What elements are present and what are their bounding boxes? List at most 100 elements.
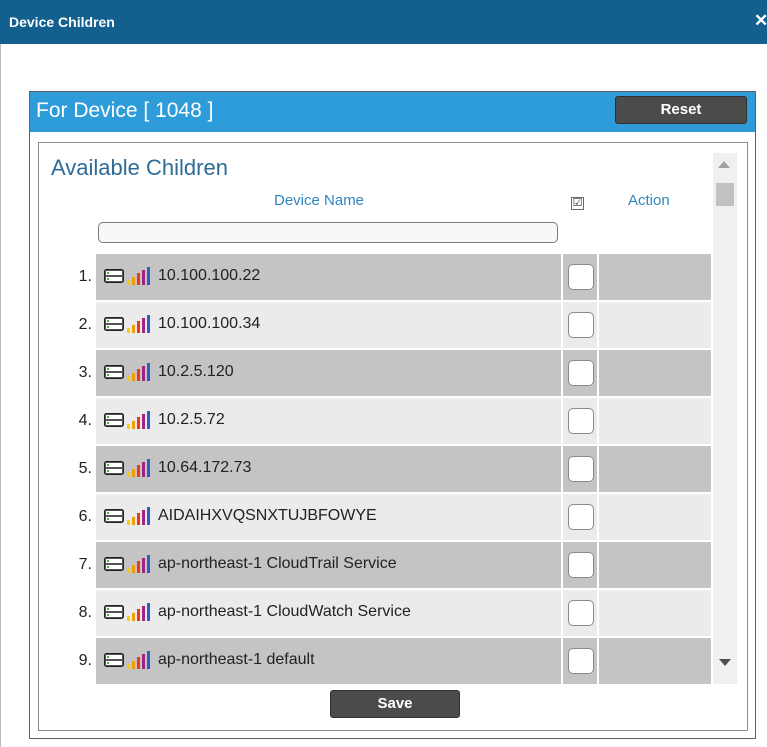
available-children-section: Available Children Device Name ☑ Action … [38, 142, 748, 731]
row-checkbox[interactable] [568, 456, 594, 482]
reset-button[interactable]: Reset [615, 96, 747, 124]
device-name-cell: ap-northeast-1 CloudTrail Service [96, 542, 561, 588]
action-cell [599, 254, 711, 300]
device-name-cell: ap-northeast-1 default [96, 638, 561, 684]
scroll-up-icon[interactable] [718, 161, 730, 168]
device-row: 1. 10.100.100.22 [39, 254, 711, 302]
device-name-link[interactable]: 10.100.100.34 [158, 315, 260, 333]
signal-bars-icon [127, 555, 150, 573]
device-name-cell: 10.64.172.73 [96, 446, 561, 492]
action-cell [599, 542, 711, 588]
column-header-action: Action [628, 192, 670, 209]
row-checkbox-cell [563, 590, 597, 636]
row-checkbox-cell [563, 350, 597, 396]
action-cell [599, 638, 711, 684]
row-checkbox[interactable] [568, 600, 594, 626]
row-checkbox[interactable] [568, 360, 594, 386]
device-name-cell: 10.2.5.72 [96, 398, 561, 444]
scroll-thumb[interactable] [716, 183, 734, 206]
row-checkbox[interactable] [568, 648, 594, 674]
action-cell [599, 446, 711, 492]
device-row: 5. 10.64.172.73 [39, 446, 711, 494]
row-index: 9. [78, 652, 92, 669]
device-name-cell: 10.2.5.120 [96, 350, 561, 396]
action-cell [599, 590, 711, 636]
signal-bars-icon [127, 363, 150, 381]
device-name-cell: AIDAIHXVQSNXTUJBFOWYE [96, 494, 561, 540]
section-title: Available Children [51, 155, 228, 180]
row-checkbox-cell [563, 446, 597, 492]
column-header-device-name[interactable]: Device Name [274, 192, 364, 209]
action-cell [599, 398, 711, 444]
device-name-link[interactable]: 10.64.172.73 [158, 459, 251, 477]
select-all-checkbox[interactable]: ☑ [571, 197, 584, 210]
signal-bars-icon [127, 459, 150, 477]
row-index: 2. [78, 316, 92, 333]
vertical-scrollbar[interactable] [713, 153, 737, 684]
server-device-icon [104, 317, 124, 331]
device-row: 2. 10.100.100.34 [39, 302, 711, 350]
server-device-icon [104, 413, 124, 427]
row-checkbox[interactable] [568, 504, 594, 530]
row-checkbox-cell [563, 494, 597, 540]
device-name-cell: ap-northeast-1 CloudWatch Service [96, 590, 561, 636]
signal-bars-icon [127, 315, 150, 333]
server-device-icon [104, 605, 124, 619]
row-checkbox-cell [563, 302, 597, 348]
close-icon[interactable]: ✕ [754, 11, 767, 31]
server-device-icon [104, 653, 124, 667]
device-name-link[interactable]: ap-northeast-1 default [158, 651, 315, 669]
device-name-link[interactable]: ap-northeast-1 CloudWatch Service [158, 603, 411, 621]
device-row: 3. 10.2.5.120 [39, 350, 711, 398]
frame-border [0, 44, 1, 747]
row-checkbox[interactable] [568, 408, 594, 434]
device-name-cell: 10.100.100.34 [96, 302, 561, 348]
scroll-down-icon[interactable] [719, 659, 731, 666]
device-panel: For Device [ 1048 ] Reset Available Chil… [29, 91, 756, 739]
device-name-link[interactable]: 10.2.5.120 [158, 363, 234, 381]
signal-bars-icon [127, 507, 150, 525]
row-checkbox[interactable] [568, 264, 594, 290]
server-device-icon [104, 269, 124, 283]
row-checkbox[interactable] [568, 312, 594, 338]
children-list: 1. 10.100.100.22 2. 10.100.100.34 3. 10.… [39, 254, 711, 686]
server-device-icon [104, 461, 124, 475]
device-name-link[interactable]: ap-northeast-1 CloudTrail Service [158, 555, 397, 573]
device-row: 7. ap-northeast-1 CloudTrail Service [39, 542, 711, 590]
server-device-icon [104, 365, 124, 379]
row-index: 1. [78, 268, 92, 285]
signal-bars-icon [127, 267, 150, 285]
signal-bars-icon [127, 603, 150, 621]
action-cell [599, 494, 711, 540]
signal-bars-icon [127, 411, 150, 429]
row-checkbox-cell [563, 398, 597, 444]
window-titlebar: Device Children ✕ [0, 0, 767, 44]
row-checkbox-cell [563, 542, 597, 588]
device-name-link[interactable]: 10.100.100.22 [158, 267, 260, 285]
device-name-filter-input[interactable] [98, 222, 558, 243]
device-row: 9. ap-northeast-1 default [39, 638, 711, 686]
panel-title: For Device [ 1048 ] [36, 99, 214, 122]
device-name-link[interactable]: AIDAIHXVQSNXTUJBFOWYE [158, 507, 377, 525]
save-button[interactable]: Save [330, 690, 460, 718]
device-row: 4. 10.2.5.72 [39, 398, 711, 446]
action-cell [599, 302, 711, 348]
row-checkbox-cell [563, 638, 597, 684]
server-device-icon [104, 557, 124, 571]
device-row: 8. ap-northeast-1 CloudWatch Service [39, 590, 711, 638]
device-row: 6. AIDAIHXVQSNXTUJBFOWYE [39, 494, 711, 542]
window-title: Device Children [9, 14, 115, 30]
row-index: 4. [78, 412, 92, 429]
row-index: 3. [78, 364, 92, 381]
device-name-cell: 10.100.100.22 [96, 254, 561, 300]
panel-header: For Device [ 1048 ] Reset [30, 92, 755, 132]
row-index: 5. [78, 460, 92, 477]
row-index: 7. [78, 556, 92, 573]
row-index: 8. [78, 604, 92, 621]
signal-bars-icon [127, 651, 150, 669]
row-checkbox-cell [563, 254, 597, 300]
row-checkbox[interactable] [568, 552, 594, 578]
device-name-link[interactable]: 10.2.5.72 [158, 411, 225, 429]
row-index: 6. [78, 508, 92, 525]
action-cell [599, 350, 711, 396]
